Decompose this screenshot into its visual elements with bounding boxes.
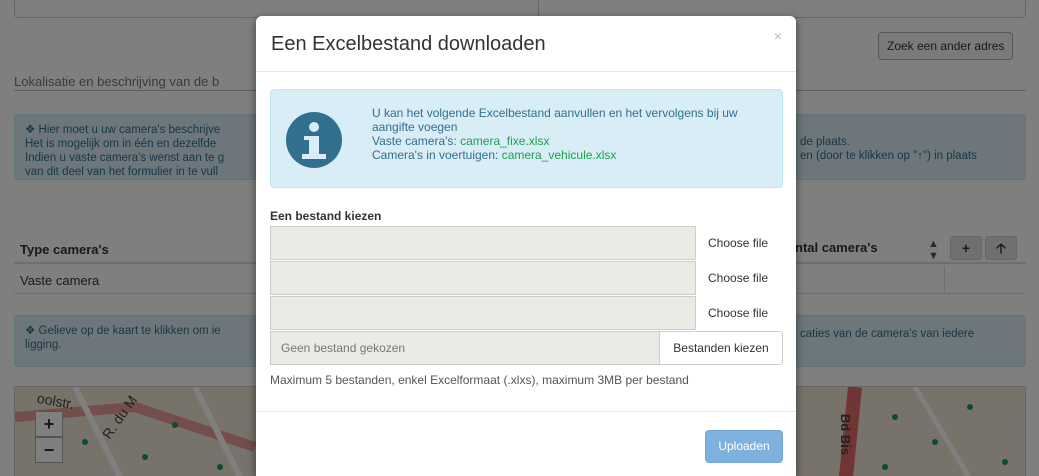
upload-button[interactable]: Uploaden [705,430,783,463]
info-alert: U kan het volgende Excelbestand aanvulle… [270,89,783,188]
file-input[interactable] [270,226,696,260]
info-line: aangifte voegen [372,120,458,134]
close-icon[interactable]: × [774,28,782,44]
vehicle-camera-label: Camera's in voertuigen: [372,148,502,162]
choose-files-button[interactable]: Bestanden kiezen [659,331,783,365]
modal-footer-divider [256,411,796,412]
choose-file-button[interactable]: Choose file [708,271,768,285]
multi-file-input[interactable]: Geen bestand gekozen [270,331,659,365]
modal-title: Een Excelbestand downloaden [271,33,546,55]
multi-file-row: Geen bestand gekozen Bestanden kiezen [270,331,783,365]
vehicle-camera-line: Camera's in voertuigen: camera_vehicule.… [372,148,772,162]
fixed-camera-download-link[interactable]: camera_fixe.xlsx [460,134,549,148]
file-input[interactable] [270,261,696,295]
fixed-camera-label: Vaste camera's: [372,134,461,148]
excel-download-modal: Een Excelbestand downloaden × U kan het … [256,16,796,476]
choose-file-button[interactable]: Choose file [708,236,768,250]
file-help-text: Maximum 5 bestanden, enkel Excelformaat … [270,373,689,387]
fixed-camera-line: Vaste camera's: camera_fixe.xlsx [372,134,772,148]
info-line: U kan het volgende Excelbestand aanvulle… [372,106,738,120]
info-text: U kan het volgende Excelbestand aanvulle… [372,106,772,162]
file-input-row: Choose file [270,261,783,295]
vehicle-camera-download-link[interactable]: camera_vehicule.xlsx [502,148,617,162]
modal-header: Een Excelbestand downloaden × [256,16,796,72]
file-input-row: Choose file [270,296,783,330]
file-section-label: Een bestand kiezen [270,209,382,223]
info-icon [286,112,342,168]
choose-file-button[interactable]: Choose file [708,306,768,320]
file-input-row: Choose file [270,226,783,260]
file-input[interactable] [270,296,696,330]
